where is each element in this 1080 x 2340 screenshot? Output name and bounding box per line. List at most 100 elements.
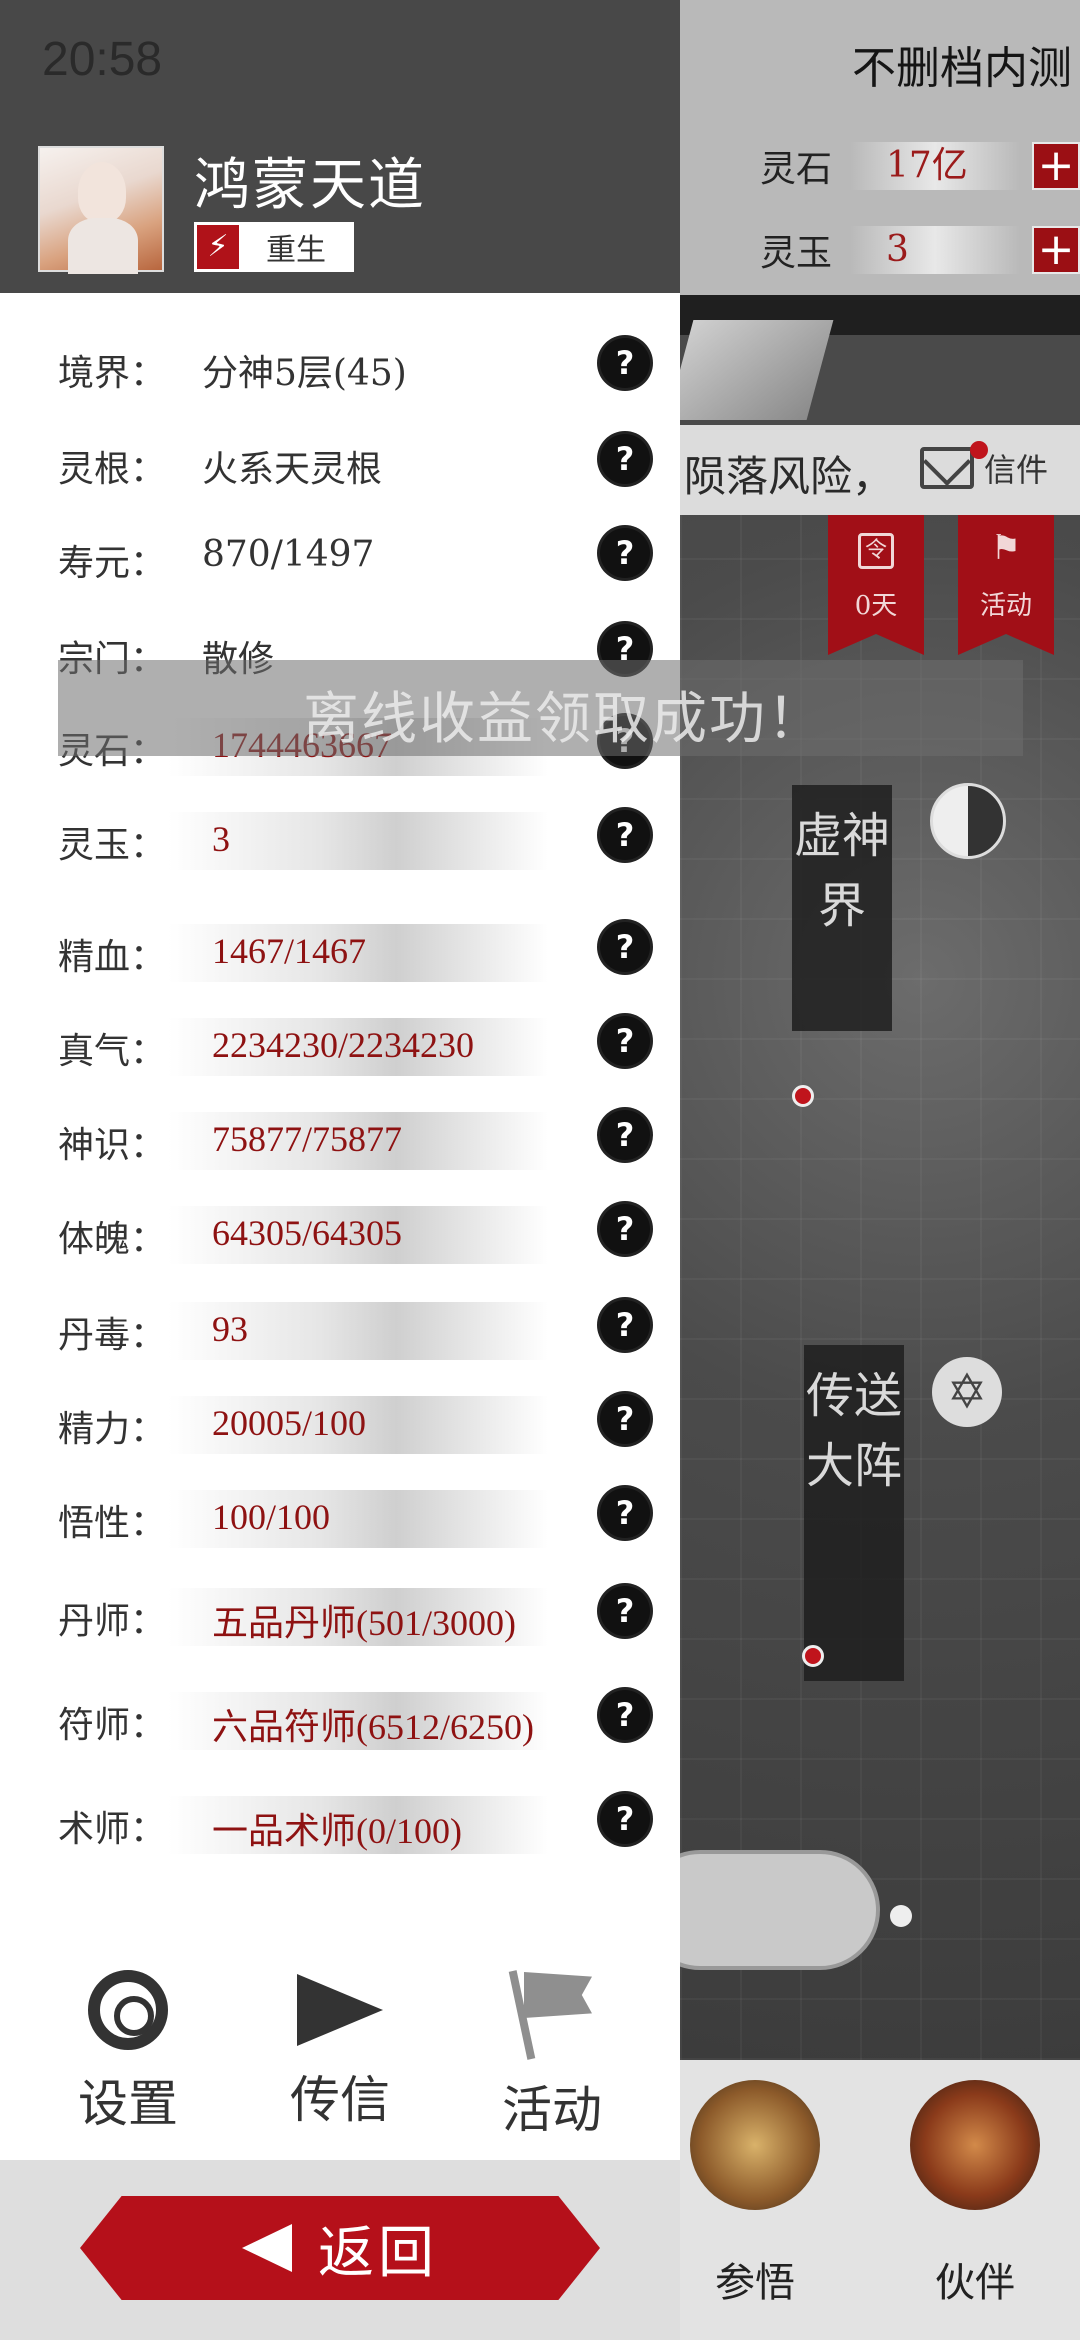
help-icon[interactable]: ?	[600, 922, 650, 972]
location-teleport-array[interactable]: 传送大阵	[804, 1345, 904, 1681]
game-background: 不删档内测 灵石 17亿 + 灵玉 3 + 陨落风险， 信件 令 0天 ⚑ 活动	[680, 0, 1080, 2340]
location-xushenjie[interactable]: 虚神界	[792, 785, 892, 1031]
avatar[interactable]	[38, 146, 164, 274]
stat-label: 悟性：	[58, 1503, 167, 1544]
mail-notification-dot	[970, 441, 988, 459]
help-icon[interactable]: ?	[600, 434, 650, 484]
stat-row: 寿元： 870/1497?	[0, 526, 680, 592]
stat-value: 93	[212, 1309, 248, 1349]
stat-label: 灵根：	[58, 449, 167, 490]
stat-row: 术师： 一品术师(0/100)?	[0, 1792, 680, 1858]
stat-value: 75877/75877	[212, 1119, 403, 1159]
help-icon[interactable]: ?	[600, 810, 650, 860]
stat-value: 20005/100	[212, 1403, 367, 1443]
stat-row: 境界： 分神5层(45)?	[0, 336, 680, 402]
rebirth-label: 重生	[266, 233, 326, 268]
stat-value: 一品术师(0/100)	[212, 1811, 462, 1851]
spirit-jade-row: 灵玉 3 +	[760, 222, 1080, 278]
stat-value: 100/100	[212, 1497, 331, 1537]
stat-label: 灵玉：	[58, 825, 167, 866]
scroll-decoration	[680, 320, 834, 420]
flag-icon	[512, 1970, 592, 2056]
nav-insight-label: 参悟	[715, 2260, 795, 2306]
return-button[interactable]: 返回	[80, 2196, 600, 2300]
stat-value: 2234230/2234230	[212, 1025, 475, 1065]
rebirth-button[interactable]: ⚡ 重生	[194, 222, 354, 272]
help-icon[interactable]: ?	[600, 1300, 650, 1350]
hexagram-icon[interactable]: ✡	[932, 1357, 1002, 1427]
stat-label: 体魄：	[58, 1219, 167, 1260]
nav-partner-label: 伙伴	[935, 2260, 1015, 2306]
return-label: 返回	[318, 2220, 438, 2286]
stat-row: 精血： 1467/1467?	[0, 920, 680, 986]
help-icon[interactable]: ?	[600, 338, 650, 388]
stat-row: 符师： 六品符师(6512/6250)?	[0, 1688, 680, 1754]
activity-button[interactable]: 活动	[462, 1960, 642, 2142]
settings-button[interactable]: 设置	[38, 1960, 218, 2136]
stat-row: 灵根： 火系天灵根?	[0, 432, 680, 498]
spirit-stone-row: 灵石 17亿 +	[760, 138, 1080, 194]
pill-handle	[890, 1905, 912, 1927]
help-icon[interactable]: ?	[600, 1488, 650, 1538]
stat-label: 真气：	[58, 1031, 167, 1072]
spirit-stone-label: 灵石	[760, 149, 833, 190]
lightning-icon: ⚡	[194, 222, 242, 272]
stat-label: 术师：	[58, 1809, 167, 1850]
days-banner[interactable]: 令 0天	[828, 515, 924, 655]
stat-row: 丹毒： 93?	[0, 1298, 680, 1364]
stat-value: 870/1497	[202, 534, 375, 575]
help-icon[interactable]: ?	[600, 1394, 650, 1444]
help-icon[interactable]: ?	[600, 1204, 650, 1254]
status-time: 20:58	[42, 33, 163, 86]
bottom-nav: 参悟 伙伴	[680, 2060, 1080, 2340]
activity-banner[interactable]: ⚑ 活动	[958, 515, 1054, 655]
yin-yang-icon[interactable]	[930, 783, 1006, 859]
stat-value-bar: 3	[168, 812, 548, 870]
add-spirit-jade-button[interactable]: +	[1032, 226, 1080, 274]
panel-header: 20:58 鸿蒙天道 ⚡ 重生	[0, 0, 680, 293]
stat-label: 寿元：	[58, 543, 167, 584]
player-name: 鸿蒙天道	[194, 153, 426, 218]
stat-row: 灵玉： 3?	[0, 808, 680, 874]
stat-value-bar: 93	[168, 1302, 548, 1360]
send-icon	[297, 1974, 383, 2046]
token-icon: 令	[858, 533, 894, 569]
stat-label: 精力：	[58, 1409, 167, 1450]
add-spirit-stone-button[interactable]: +	[1032, 142, 1080, 190]
help-icon[interactable]: ?	[600, 1110, 650, 1160]
stat-row: 精力： 20005/100?	[0, 1392, 680, 1458]
stat-value: 64305/64305	[212, 1213, 403, 1253]
server-name: 不删档内测	[852, 43, 1072, 94]
nav-insight[interactable]: 参悟	[680, 2080, 840, 2308]
stat-row: 神识： 75877/75877?	[0, 1108, 680, 1174]
help-icon[interactable]: ?	[600, 1016, 650, 1066]
return-area: 返回	[0, 2160, 680, 2340]
stat-value-bar: 64305/64305	[168, 1206, 548, 1264]
mail-label: 信件	[984, 451, 1049, 489]
help-icon[interactable]: ?	[600, 1794, 650, 1844]
nav-partner[interactable]: 伙伴	[890, 2080, 1060, 2308]
stat-value-bar: 1467/1467	[168, 924, 548, 982]
help-icon[interactable]: ?	[600, 1586, 650, 1636]
toast-message: 离线收益领取成功！	[58, 660, 1023, 756]
stat-value-bar: 100/100	[168, 1490, 548, 1548]
flag-icon: ⚑	[990, 528, 1022, 568]
stat-value: 火系天灵根	[202, 449, 383, 490]
spirit-stone-value: 17亿	[850, 142, 1020, 190]
scroll-icon	[690, 2080, 820, 2210]
stat-row: 丹师： 五品丹师(501/3000)?	[0, 1584, 680, 1650]
character-panel: 20:58 鸿蒙天道 ⚡ 重生 境界： 分神5层(45)? 灵根： 火系天灵根? 寿元：…	[0, 0, 1023, 2340]
stat-value: 1467/1467	[212, 931, 367, 971]
stat-value: 3	[212, 819, 230, 859]
message-button[interactable]: 传信	[250, 1960, 430, 2132]
spirit-jade-label: 灵玉	[760, 233, 833, 274]
days-banner-label: 0天	[854, 591, 898, 621]
stat-value-bar: 20005/100	[168, 1396, 548, 1454]
help-icon[interactable]: ?	[600, 1690, 650, 1740]
stat-label: 神识：	[58, 1125, 167, 1166]
map-pill-control[interactable]	[680, 1850, 880, 1970]
stat-label: 符师：	[58, 1705, 167, 1746]
stat-value: 五品丹师(501/3000)	[212, 1603, 516, 1643]
toast-text: 离线收益领取成功！	[303, 687, 825, 752]
help-icon[interactable]: ?	[600, 528, 650, 578]
